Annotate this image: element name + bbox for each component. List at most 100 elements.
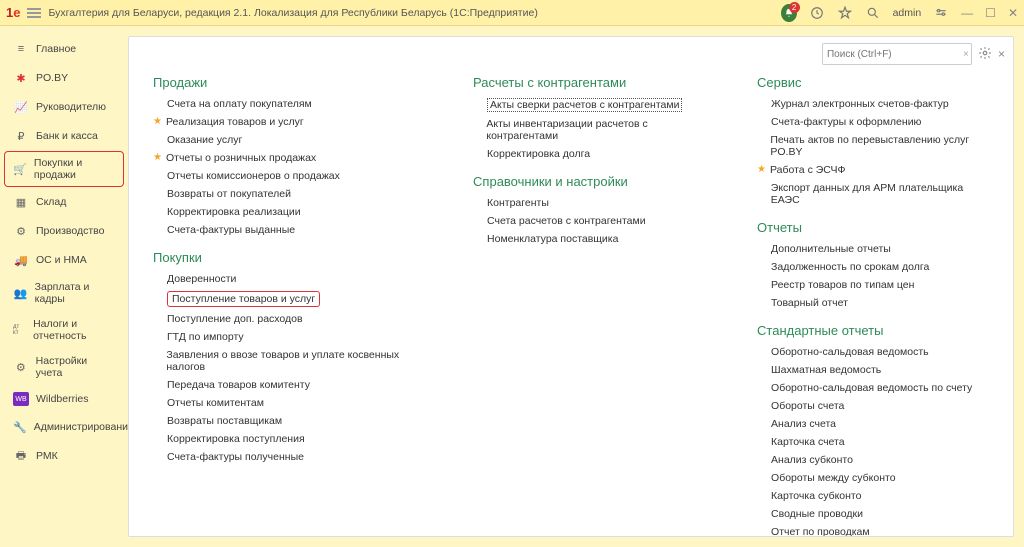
sidebar-item-0[interactable]: ≡Главное	[4, 35, 124, 63]
sidebar-item-4[interactable]: 🛒Покупки и продажи	[4, 151, 124, 187]
menu-link[interactable]: Доверенности	[167, 273, 236, 285]
menu-link[interactable]: Поступление доп. расходов	[167, 313, 303, 325]
menu-link[interactable]: Оказание услуг	[167, 134, 242, 146]
menu-link[interactable]: Передача товаров комитенту	[167, 379, 310, 391]
menu-link[interactable]: Корректировка долга	[487, 148, 590, 160]
notifications-button[interactable]: 2	[781, 5, 797, 21]
menu-link[interactable]: Журнал электронных счетов-фактур	[771, 98, 949, 110]
sidebar-item-7[interactable]: 🚚ОС и НМА	[4, 246, 124, 274]
menu-link[interactable]: Акты сверки расчетов с контрагентами	[487, 98, 682, 112]
menu-link[interactable]: Обороты между субконто	[771, 472, 896, 484]
burger-icon	[27, 8, 41, 18]
menu-link[interactable]: Корректировка поступления	[167, 433, 305, 445]
menu-link[interactable]: Обороты счета	[771, 400, 844, 412]
sidebar-item-5[interactable]: ▦Склад	[4, 188, 124, 216]
search-input[interactable]	[827, 49, 959, 60]
settings-button[interactable]	[933, 5, 949, 21]
sidebar-item-3[interactable]: ₽Банк и касса	[4, 122, 124, 150]
menu-link[interactable]: Работа с ЭСЧФ	[770, 164, 846, 176]
menu-link[interactable]: Поступление товаров и услуг	[167, 291, 320, 307]
history-button[interactable]	[809, 5, 825, 21]
menu-link[interactable]: Возвраты от покупателей	[167, 188, 291, 200]
menu-link-row: Корректировка реализации	[153, 206, 423, 218]
menu-link[interactable]: Номенклатура поставщика	[487, 233, 618, 245]
menu-link-row: Номенклатура поставщика	[473, 233, 707, 245]
menu-link[interactable]: Счета на оплату покупателям	[167, 98, 312, 110]
menu-link-row: Задолженность по срокам долга	[757, 261, 989, 273]
sidebar-item-11[interactable]: WBWildberries	[4, 386, 124, 412]
coin-icon: ₽	[13, 128, 29, 144]
sidebar-item-12[interactable]: 🔧Администрирование	[4, 413, 124, 441]
menu-link[interactable]: Реализация товаров и услуг	[166, 116, 304, 128]
minimize-button[interactable]: —	[961, 6, 973, 20]
menu-link[interactable]: Возвраты поставщикам	[167, 415, 282, 427]
menu-link-row: ★ Отчеты о розничных продажах	[153, 152, 423, 164]
menu-link-row: Товарный отчет	[757, 297, 989, 309]
menu-link[interactable]: Анализ счета	[771, 418, 836, 430]
section-title: Расчеты с контрагентами	[473, 75, 707, 90]
menu-link[interactable]: Дополнительные отчеты	[771, 243, 891, 255]
menu-link[interactable]: Сводные проводки	[771, 508, 863, 520]
cart-icon: 🛒	[13, 161, 27, 177]
menu-link[interactable]: Заявления о ввозе товаров и уплате косве…	[166, 349, 423, 373]
main-panel: × × ПродажиСчета на оплату покупателям★Р…	[128, 36, 1014, 537]
menu-link[interactable]: Отчеты комитентам	[167, 397, 264, 409]
menu-link[interactable]: Оборотно-сальдовая ведомость	[771, 346, 929, 358]
menu-link-row: ★Работа с ЭСЧФ	[757, 164, 989, 176]
star-icon: ★	[153, 153, 162, 163]
home-icon: ≡	[13, 41, 29, 57]
close-button[interactable]: ✕	[1008, 6, 1018, 20]
menu-link-row: Анализ субконто	[757, 454, 989, 466]
menu-link[interactable]: Реестр товаров по типам цен	[771, 279, 914, 291]
app-logo: 1e	[6, 5, 20, 20]
menu-link[interactable]: Контрагенты	[487, 197, 549, 209]
menu-link[interactable]: ГТД по импорту	[167, 331, 244, 343]
maximize-button[interactable]: ☐	[985, 6, 996, 20]
menu-link-row: Экспорт данных для АРМ плательщика ЕАЭС	[757, 182, 989, 206]
sidebar-item-8[interactable]: 👥Зарплата и кадры	[4, 275, 124, 311]
menu-link[interactable]: Отчеты о розничных продажах	[166, 152, 316, 164]
menu-link[interactable]: Оборотно-сальдовая ведомость по счету	[771, 382, 972, 394]
panel-close-button[interactable]: ×	[998, 47, 1005, 61]
sidebar-item-1[interactable]: ✱PO.BY	[4, 64, 124, 92]
panel-settings-button[interactable]	[978, 46, 992, 63]
menu-link[interactable]: Экспорт данных для АРМ плательщика ЕАЭС	[771, 182, 989, 206]
section-title: Продажи	[153, 75, 423, 90]
sidebar-item-6[interactable]: ⚙Производство	[4, 217, 124, 245]
menu-button[interactable]	[26, 5, 42, 21]
menu-link[interactable]: Отчет по проводкам	[771, 526, 870, 536]
sidebar-item-label: Руководителю	[36, 101, 106, 113]
menu-link[interactable]: Счета-фактуры полученные	[167, 451, 304, 463]
menu-link[interactable]: Задолженность по срокам долга	[771, 261, 929, 273]
menu-link[interactable]: Счета-фактуры к оформлению	[771, 116, 921, 128]
window-title: Бухгалтерия для Беларуси, редакция 2.1. …	[48, 7, 537, 19]
sidebar-item-2[interactable]: 📈Руководителю	[4, 93, 124, 121]
sidebar: ≡Главное✱PO.BY📈Руководителю₽Банк и касса…	[0, 26, 128, 547]
menu-link[interactable]: Отчеты комиссионеров о продажах	[167, 170, 340, 182]
menu-link[interactable]: Анализ субконто	[771, 454, 853, 466]
menu-link[interactable]: Счета расчетов с контрагентами	[487, 215, 646, 227]
menu-link[interactable]: Акты инвентаризации расчетов с контраген…	[486, 118, 707, 142]
favorite-button[interactable]	[837, 5, 853, 21]
sidebar-item-label: Производство	[36, 225, 104, 237]
user-label[interactable]: admin	[893, 7, 922, 19]
menu-link-row: Обороты счета	[757, 400, 989, 412]
menu-link[interactable]: Шахматная ведомость	[771, 364, 881, 376]
wb-icon: WB	[13, 392, 29, 406]
menu-link[interactable]: Товарный отчет	[771, 297, 848, 309]
menu-link[interactable]: Корректировка реализации	[167, 206, 301, 218]
sidebar-item-13[interactable]: 🖶РМК	[4, 442, 124, 470]
menu-link[interactable]: Карточка счета	[771, 436, 845, 448]
section-title: Отчеты	[757, 220, 989, 235]
clear-search-icon[interactable]: ×	[963, 49, 969, 60]
menu-link[interactable]: Карточка субконто	[771, 490, 861, 502]
section-title: Сервис	[757, 75, 989, 90]
menu-link[interactable]: Счета-фактуры выданные	[167, 224, 295, 236]
sidebar-item-10[interactable]: ⚙Настройки учета	[4, 349, 124, 385]
tax-icon: дт кт	[13, 322, 26, 338]
search-input-wrapper[interactable]: ×	[822, 43, 972, 65]
menu-link[interactable]: Печать актов по перевыставлению услуг PO…	[770, 134, 989, 158]
sidebar-item-9[interactable]: дт ктНалоги и отчетность	[4, 312, 124, 348]
search-button[interactable]	[865, 5, 881, 21]
menu-link-row: Счета на оплату покупателям	[153, 98, 423, 110]
